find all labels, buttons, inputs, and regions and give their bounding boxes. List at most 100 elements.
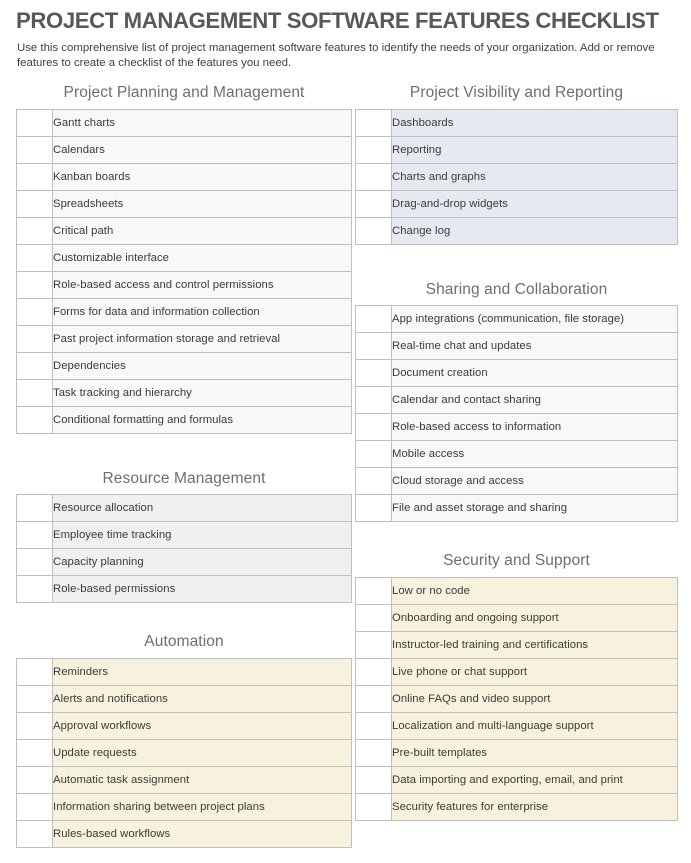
- checklist-row: Critical path: [16, 216, 352, 245]
- checkbox-cell[interactable]: [355, 108, 392, 137]
- checkbox-cell[interactable]: [16, 162, 53, 191]
- checkbox-cell[interactable]: [16, 405, 53, 434]
- checklist-row: Real-time chat and updates: [355, 332, 678, 361]
- checklist-row: Automatic task assignment: [16, 765, 352, 794]
- page-title: PROJECT MANAGEMENT SOFTWARE FEATURES CHE…: [16, 8, 659, 33]
- checklist-row: Capacity planning: [16, 548, 352, 577]
- checklist-row: Change log: [355, 216, 678, 245]
- feature-label: Low or no code: [391, 576, 678, 605]
- checklist-table-security-support: Low or no code Onboarding and ongoing sup…: [355, 576, 678, 821]
- feature-label: Security features for enterprise: [391, 792, 678, 821]
- checklist-row: Calendars: [16, 135, 352, 164]
- checkbox-cell[interactable]: [16, 792, 53, 821]
- checkbox-cell[interactable]: [16, 657, 53, 686]
- feature-label: Reporting: [391, 135, 678, 164]
- checkbox-cell[interactable]: [355, 189, 392, 218]
- feature-label: Gantt charts: [52, 108, 352, 137]
- checkbox-cell[interactable]: [16, 819, 53, 848]
- checkbox-cell[interactable]: [16, 351, 53, 380]
- checkbox-cell[interactable]: [16, 270, 53, 299]
- checkbox-cell[interactable]: [16, 548, 53, 577]
- checkbox-cell[interactable]: [16, 108, 53, 137]
- checkbox-cell[interactable]: [355, 162, 392, 191]
- section-project-planning: Project Planning and Management Gantt ch…: [16, 80, 352, 434]
- feature-label: Mobile access: [391, 440, 678, 469]
- section-security-support: Security and Support Low or no code Onboa…: [355, 548, 678, 821]
- checklist-row: Rules-based workflows: [16, 819, 352, 848]
- checkbox-cell[interactable]: [355, 135, 392, 164]
- feature-label: Information sharing between project plan…: [52, 792, 352, 821]
- checklist-row: Calendar and contact sharing: [355, 386, 678, 415]
- checkbox-cell[interactable]: [16, 216, 53, 245]
- checkbox-cell[interactable]: [355, 657, 392, 686]
- checkbox-cell[interactable]: [355, 711, 392, 740]
- feature-label: Automatic task assignment: [52, 765, 352, 794]
- checkbox-cell[interactable]: [355, 603, 392, 632]
- checklist-row: Spreadsheets: [16, 189, 352, 218]
- checkbox-cell[interactable]: [355, 630, 392, 659]
- checkbox-cell[interactable]: [355, 305, 392, 334]
- feature-label: Calendars: [52, 135, 352, 164]
- checkbox-cell[interactable]: [355, 216, 392, 245]
- feature-label: Dashboards: [391, 108, 678, 137]
- checkbox-cell[interactable]: [355, 738, 392, 767]
- feature-label: Reminders: [52, 657, 352, 686]
- checklist-row: Charts and graphs: [355, 162, 678, 191]
- feature-label: Alerts and notifications: [52, 684, 352, 713]
- checklist-table-resource-management: Resource allocation Employee time trackin…: [16, 494, 352, 604]
- feature-label: Customizable interface: [52, 243, 352, 272]
- checkbox-cell[interactable]: [16, 297, 53, 326]
- checkbox-cell[interactable]: [16, 711, 53, 740]
- checkbox-cell[interactable]: [355, 792, 392, 821]
- checkbox-cell[interactable]: [16, 243, 53, 272]
- checkbox-cell[interactable]: [355, 467, 392, 496]
- feature-label: Pre-built templates: [391, 738, 678, 767]
- feature-label: Forms for data and information collectio…: [52, 297, 352, 326]
- checkbox-cell[interactable]: [16, 738, 53, 767]
- checkbox-cell[interactable]: [355, 332, 392, 361]
- checklist-row: Alerts and notifications: [16, 684, 352, 713]
- checkbox-cell[interactable]: [355, 413, 392, 442]
- feature-label: Data importing and exporting, email, and…: [391, 765, 678, 794]
- checkbox-cell[interactable]: [16, 378, 53, 407]
- checkbox-cell[interactable]: [355, 386, 392, 415]
- checkbox-cell[interactable]: [355, 684, 392, 713]
- checkbox-cell[interactable]: [16, 494, 53, 523]
- checkbox-cell[interactable]: [355, 440, 392, 469]
- feature-label: Drag-and-drop widgets: [391, 189, 678, 218]
- feature-label: Change log: [391, 216, 678, 245]
- checklist-table-project-planning: Gantt charts Calendars Kanban boards Spread…: [16, 108, 352, 434]
- section-title-project-visibility: Project Visibility and Reporting: [409, 84, 624, 102]
- feature-label: Critical path: [52, 216, 352, 245]
- checklist-row: Online FAQs and video support: [355, 684, 678, 713]
- section-title-security-support: Security and Support: [443, 552, 590, 570]
- checklist-row: App integrations (communication, file st…: [355, 305, 678, 334]
- feature-label: Approval workflows: [52, 711, 352, 740]
- checkbox-cell[interactable]: [355, 765, 392, 794]
- checklist-row: Update requests: [16, 738, 352, 767]
- feature-label: Rules-based workflows: [52, 819, 352, 848]
- checkbox-cell[interactable]: [16, 521, 53, 550]
- feature-label: Past project information storage and ret…: [52, 324, 352, 353]
- checklist-row: Document creation: [355, 359, 678, 388]
- checklist-row: Drag-and-drop widgets: [355, 189, 678, 218]
- checkbox-cell[interactable]: [355, 576, 392, 605]
- section-sharing-collaboration: Sharing and Collaboration App integratio…: [355, 277, 678, 523]
- checkbox-cell[interactable]: [355, 359, 392, 388]
- checklist-row: Approval workflows: [16, 711, 352, 740]
- checklist-row: Data importing and exporting, email, and…: [355, 765, 678, 794]
- checkbox-cell[interactable]: [16, 765, 53, 794]
- checkbox-cell[interactable]: [355, 494, 392, 523]
- checklist-row: Dashboards: [355, 108, 678, 137]
- feature-label: Document creation: [391, 359, 678, 388]
- checkbox-cell[interactable]: [16, 684, 53, 713]
- feature-label: Task tracking and hierarchy: [52, 378, 352, 407]
- section-title-sharing-collaboration: Sharing and Collaboration: [425, 280, 608, 298]
- checkbox-cell[interactable]: [16, 189, 53, 218]
- checkbox-cell[interactable]: [16, 324, 53, 353]
- checklist-row: Customizable interface: [16, 243, 352, 272]
- checklist-row: Conditional formatting and formulas: [16, 405, 352, 434]
- checkbox-cell[interactable]: [16, 575, 53, 604]
- checkbox-cell[interactable]: [16, 135, 53, 164]
